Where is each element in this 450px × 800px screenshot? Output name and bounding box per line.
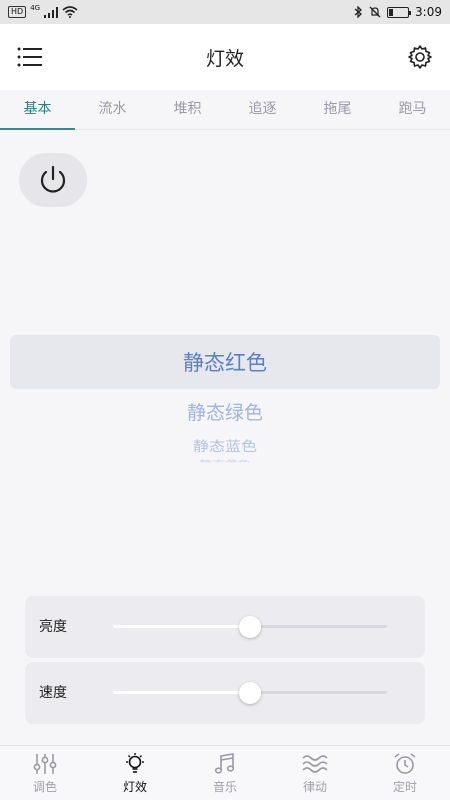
picker-item[interactable]: 静态黄色: [0, 458, 450, 463]
nav-item-music[interactable]: 音乐: [180, 746, 270, 800]
brightness-slider-card: 亮度: [25, 596, 425, 658]
brightness-slider-thumb[interactable]: [239, 616, 261, 638]
brightness-label: 亮度: [39, 619, 67, 635]
status-right: 3:09: [354, 5, 442, 19]
effect-tabs: 基本 流水 堆积 追逐 拖尾 跑马: [0, 90, 450, 130]
speed-slider-fill: [113, 691, 250, 694]
wave-icon: [302, 754, 328, 773]
tab-marquee[interactable]: 跑马: [375, 90, 450, 129]
tab-chase[interactable]: 追逐: [225, 90, 300, 129]
nav-label: 定时: [392, 779, 417, 794]
gear-icon: [408, 45, 432, 69]
picker-item[interactable]: 静态绿色: [0, 398, 450, 425]
mute-bell-icon: [369, 6, 381, 18]
nav-label: 音乐: [212, 779, 237, 794]
bulb-icon: [126, 752, 144, 773]
speed-slider-thumb[interactable]: [239, 682, 261, 704]
signal-icon: [44, 6, 59, 18]
app-header: 灯效: [0, 24, 450, 90]
status-time: 3:09: [415, 5, 442, 19]
tab-flow[interactable]: 流水: [75, 90, 150, 129]
nav-item-rhythm[interactable]: 律动: [270, 746, 360, 800]
picker-item[interactable]: 静态蓝色: [0, 435, 450, 455]
page-title: 灯效: [205, 47, 244, 70]
speed-label: 速度: [39, 685, 67, 701]
brightness-slider-fill: [113, 625, 250, 628]
sliders-icon: [33, 753, 57, 774]
power-button[interactable]: [19, 153, 87, 207]
music-note-icon: [214, 752, 235, 774]
effect-picker[interactable]: 静态红色 静态绿色 静态蓝色 静态黄色: [0, 335, 450, 475]
menu-button[interactable]: [16, 43, 44, 71]
nav-label: 灯效: [122, 779, 147, 794]
nav-item-color[interactable]: 调色: [0, 746, 90, 800]
battery-icon: [387, 6, 412, 18]
power-icon: [40, 165, 66, 193]
status-left: HD 4G: [8, 4, 78, 18]
bluetooth-icon: [354, 6, 363, 18]
tab-stack[interactable]: 堆积: [150, 90, 225, 129]
status-bar: HD 4G 3:09: [0, 0, 450, 24]
alarm-clock-icon: [394, 752, 416, 774]
speed-slider-card: 速度: [25, 662, 425, 724]
wifi-icon: [62, 6, 78, 18]
battery-fill: [389, 8, 393, 16]
menu-list-icon: [17, 47, 42, 67]
hd-badge: HD: [8, 6, 27, 18]
settings-button[interactable]: [406, 43, 434, 71]
nav-item-effects[interactable]: 灯效: [90, 746, 180, 800]
nav-label: 律动: [302, 779, 327, 794]
tab-basic[interactable]: 基本: [0, 90, 75, 130]
picker-item-selected[interactable]: 静态红色: [0, 347, 450, 377]
brightness-slider[interactable]: [113, 616, 387, 638]
speed-slider[interactable]: [113, 682, 387, 704]
tab-trail[interactable]: 拖尾: [300, 90, 375, 129]
bottom-nav: 调色 灯效 音乐 律动 定时: [0, 745, 450, 800]
nav-item-timer[interactable]: 定时: [360, 746, 450, 800]
network-type: 4G: [30, 4, 41, 12]
nav-label: 调色: [32, 779, 57, 794]
